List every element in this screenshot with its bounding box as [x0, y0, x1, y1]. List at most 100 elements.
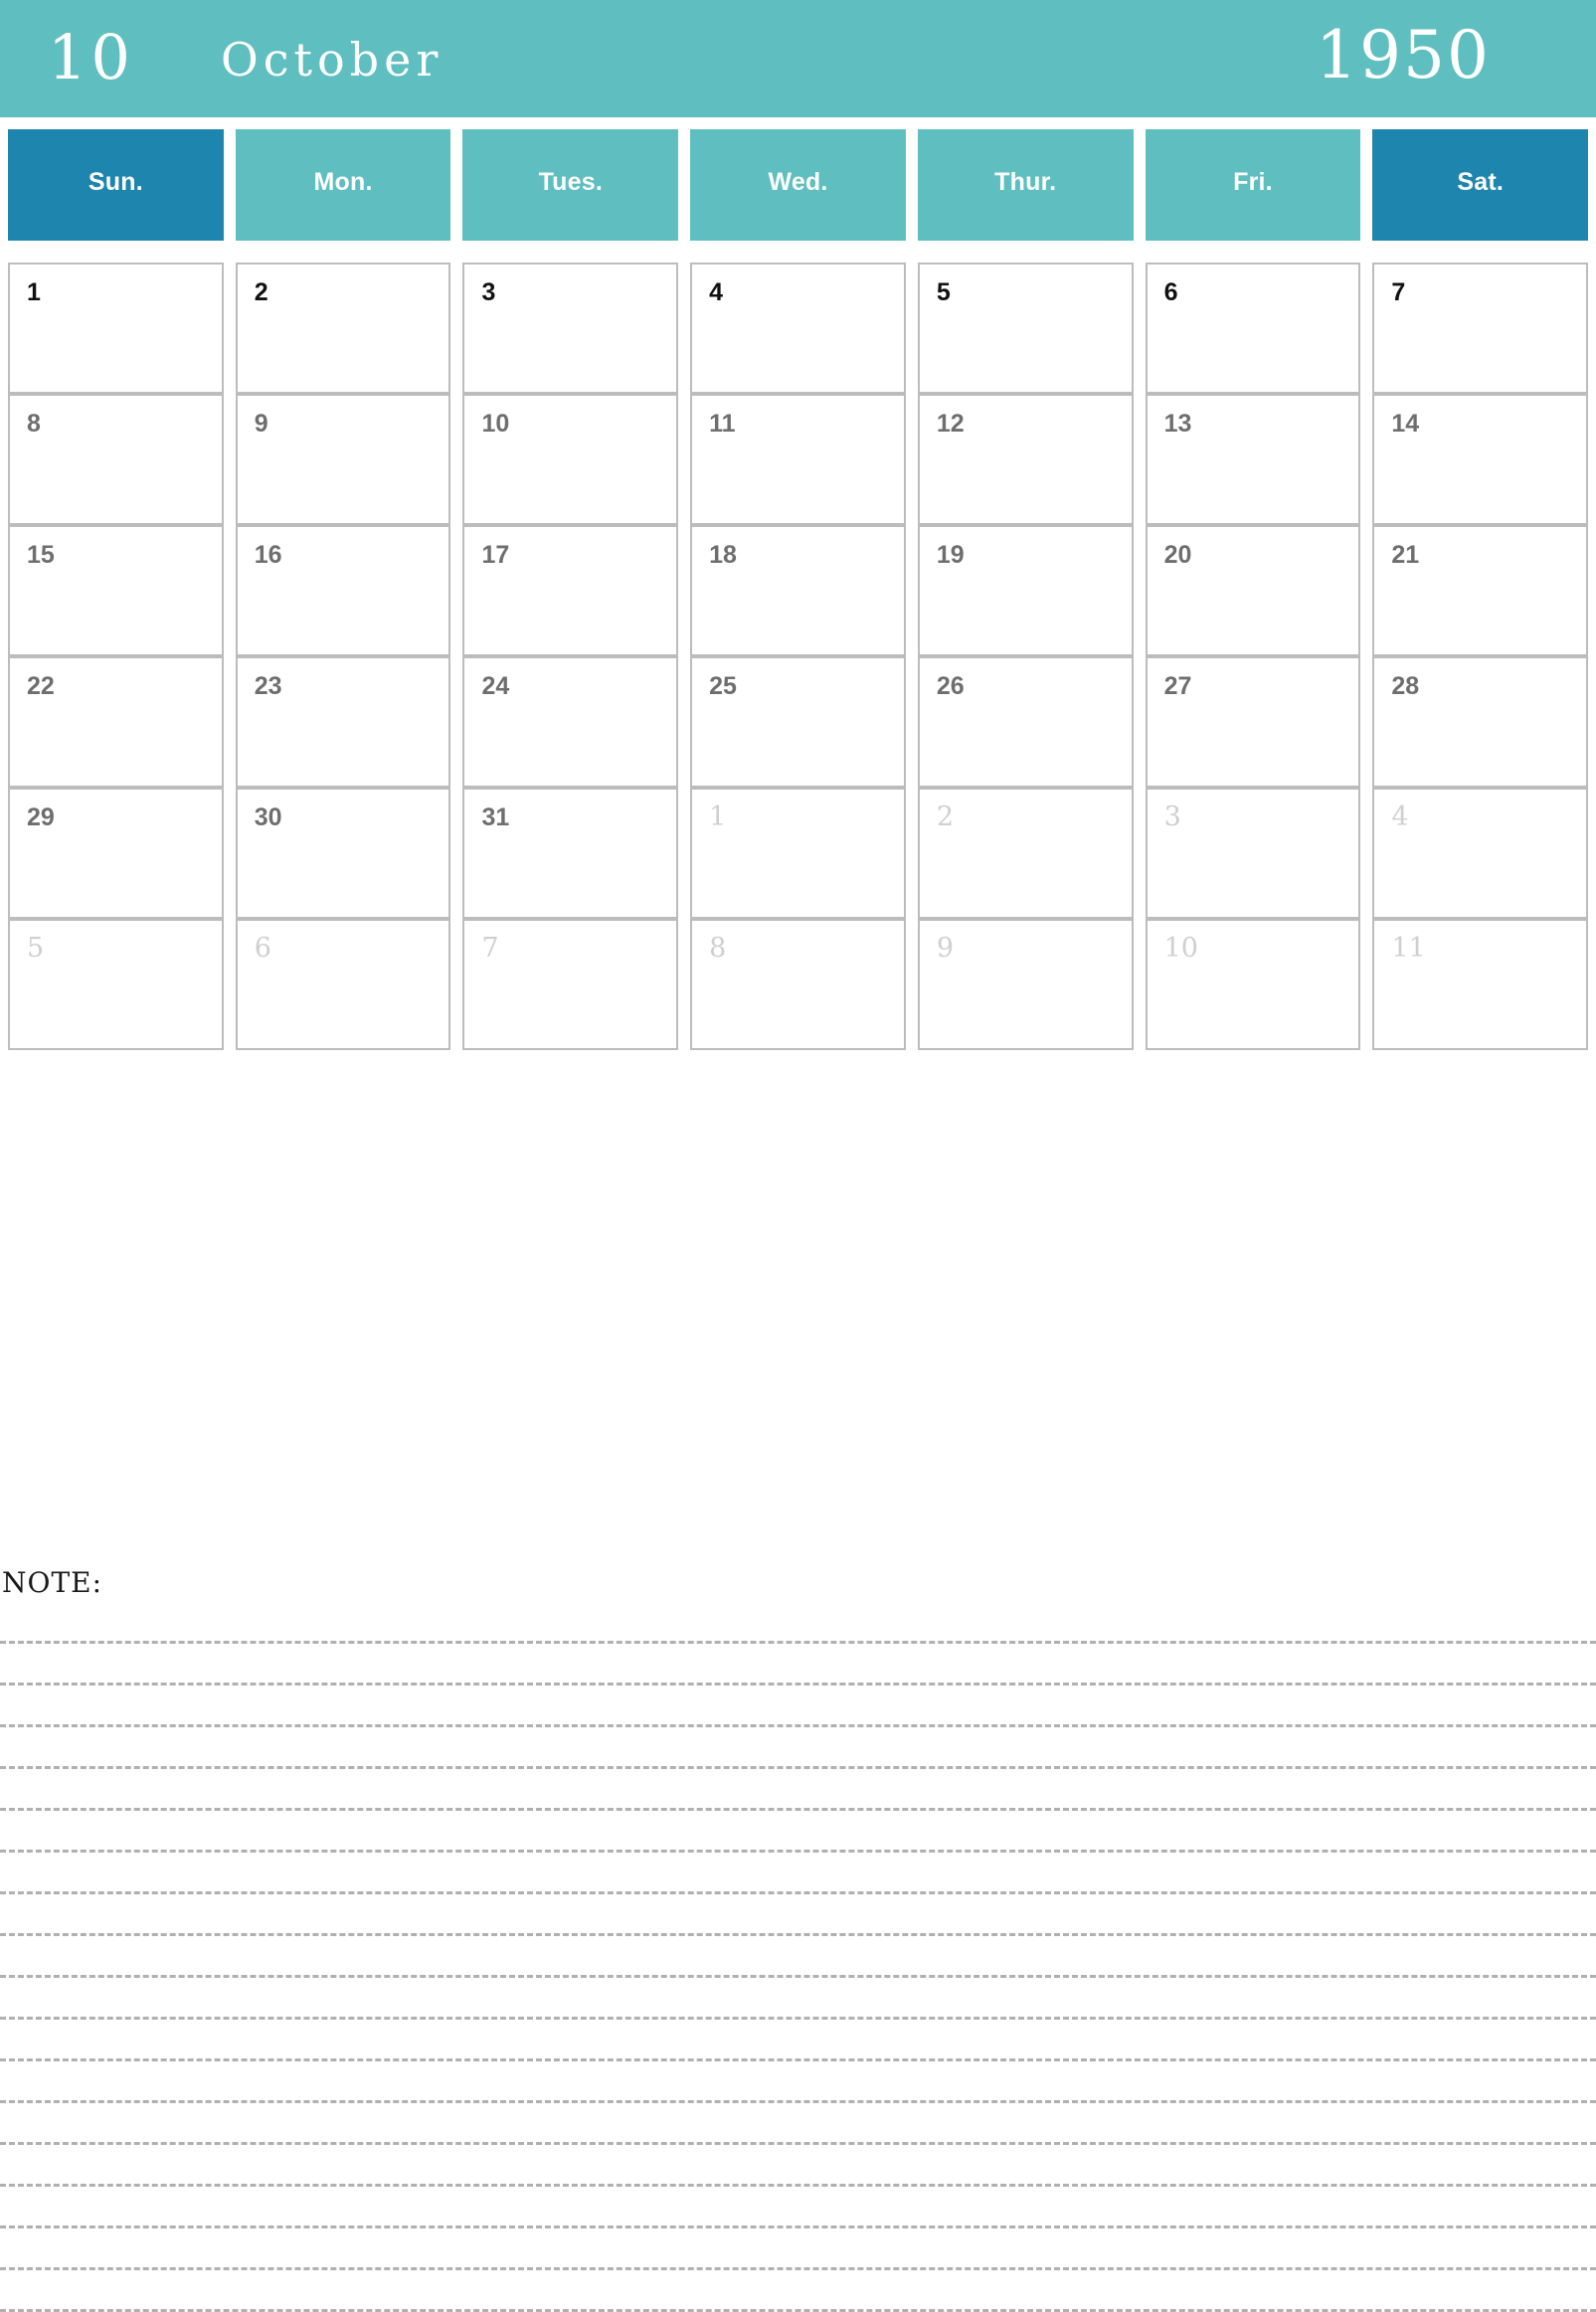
- date-cell[interactable]: 4: [1372, 788, 1589, 919]
- date-cell[interactable]: 24: [462, 656, 679, 788]
- date-cell[interactable]: 17: [462, 525, 679, 656]
- date-week-row: 22 23 24 25 26 27 28: [2, 656, 1594, 788]
- date-cell[interactable]: 20: [1145, 525, 1361, 656]
- note-line[interactable]: [0, 1602, 1596, 1644]
- date-number: 2: [936, 801, 955, 832]
- note-line[interactable]: [0, 2145, 1596, 2187]
- date-cell[interactable]: 23: [235, 656, 451, 788]
- date-cell[interactable]: 13: [1145, 394, 1361, 525]
- date-cell[interactable]: 25: [690, 656, 906, 788]
- date-cell[interactable]: 6: [1145, 263, 1361, 394]
- date-cell[interactable]: 29: [8, 788, 224, 919]
- note-line[interactable]: [0, 2228, 1596, 2270]
- date-cell[interactable]: 7: [462, 919, 679, 1050]
- date-number: 24: [481, 672, 510, 700]
- date-cell[interactable]: 5: [917, 263, 1134, 394]
- note-line[interactable]: [0, 1936, 1596, 1978]
- note-line[interactable]: [0, 2187, 1596, 2228]
- note-line[interactable]: [0, 1811, 1596, 1853]
- date-cell[interactable]: 21: [1372, 525, 1589, 656]
- date-cell[interactable]: 16: [235, 525, 451, 656]
- date-number: 27: [1163, 672, 1192, 700]
- date-cell[interactable]: 4: [690, 263, 906, 394]
- note-lines[interactable]: [0, 1602, 1596, 2312]
- date-cell[interactable]: 31: [462, 788, 679, 919]
- weekday-header-tues: Tues.: [462, 129, 679, 241]
- date-number: 3: [481, 278, 496, 306]
- date-number: 29: [27, 803, 55, 831]
- date-number: 31: [481, 803, 510, 831]
- weekday-header-fri: Fri.: [1145, 129, 1361, 241]
- date-cell[interactable]: 9: [235, 394, 451, 525]
- date-cell[interactable]: 2: [917, 788, 1134, 919]
- weekday-label: Sun.: [88, 167, 143, 196]
- date-cell[interactable]: 19: [917, 525, 1134, 656]
- date-cell[interactable]: 10: [1145, 919, 1361, 1050]
- date-number: 17: [481, 541, 510, 569]
- weekday-header-thur: Thur.: [917, 129, 1134, 241]
- date-number: 8: [709, 933, 727, 964]
- date-number: 12: [936, 410, 965, 438]
- date-cell[interactable]: 11: [1372, 919, 1589, 1050]
- note-line[interactable]: [0, 1894, 1596, 1936]
- date-cell[interactable]: 28: [1372, 656, 1589, 788]
- date-number: 10: [1163, 933, 1198, 964]
- date-cell[interactable]: 12: [917, 394, 1134, 525]
- note-line[interactable]: [0, 2061, 1596, 2103]
- date-cell[interactable]: 1: [8, 263, 224, 394]
- note-line[interactable]: [0, 2270, 1596, 2312]
- date-cell[interactable]: 14: [1372, 394, 1589, 525]
- date-cell[interactable]: 18: [690, 525, 906, 656]
- note-line[interactable]: [0, 1644, 1596, 1686]
- date-number: 23: [254, 672, 282, 700]
- note-line[interactable]: [0, 2020, 1596, 2061]
- note-line[interactable]: [0, 1686, 1596, 1727]
- date-cell[interactable]: 3: [462, 263, 679, 394]
- date-cell[interactable]: 22: [8, 656, 224, 788]
- note-section: NOTE:: [0, 1566, 1596, 2312]
- date-number: 9: [936, 933, 955, 964]
- weekday-header-mon: Mon.: [235, 129, 451, 241]
- date-week-row: 29 30 31 1 2 3 4: [2, 788, 1594, 919]
- date-number: 5: [936, 278, 951, 306]
- date-cell[interactable]: 30: [235, 788, 451, 919]
- date-cell[interactable]: 6: [235, 919, 451, 1050]
- date-number: 6: [1163, 278, 1178, 306]
- weekday-header-wed: Wed.: [690, 129, 906, 241]
- date-number: 11: [709, 410, 736, 438]
- date-number: 20: [1163, 541, 1192, 569]
- header-month-number: 10: [48, 21, 134, 93]
- date-number: 8: [27, 410, 41, 438]
- date-cell[interactable]: 15: [8, 525, 224, 656]
- note-line[interactable]: [0, 1978, 1596, 2020]
- weekday-label: Fri.: [1233, 167, 1273, 196]
- date-cell[interactable]: 3: [1145, 788, 1361, 919]
- date-number: 7: [1391, 278, 1406, 306]
- note-line[interactable]: [0, 2103, 1596, 2145]
- date-cell[interactable]: 10: [462, 394, 679, 525]
- weekday-label: Sat.: [1457, 167, 1504, 196]
- date-cell[interactable]: 2: [235, 263, 451, 394]
- date-number: 1: [709, 801, 727, 832]
- date-cell[interactable]: 8: [8, 394, 224, 525]
- date-cell[interactable]: 27: [1145, 656, 1361, 788]
- date-cell[interactable]: 11: [690, 394, 906, 525]
- date-number: 10: [481, 410, 510, 438]
- calendar-header: 10 October 1950: [0, 0, 1596, 117]
- date-week-row: 1 2 3 4 5 6 7: [2, 263, 1594, 394]
- date-number: 2: [254, 278, 268, 306]
- date-cell[interactable]: 7: [1372, 263, 1589, 394]
- date-number: 6: [254, 933, 271, 964]
- note-line[interactable]: [0, 1853, 1596, 1894]
- date-number: 14: [1391, 410, 1420, 438]
- note-line[interactable]: [0, 1727, 1596, 1769]
- date-week-row: 5 6 7 8 9 10 11: [2, 919, 1594, 1050]
- dates-grid: 1 2 3 4 5 6 7 8 9 10 11 12 13 14 15 16 17 18 19 20 21 22 23 24 2…: [0, 263, 1596, 1050]
- date-cell[interactable]: 1: [690, 788, 906, 919]
- date-cell[interactable]: 5: [8, 919, 224, 1050]
- date-cell[interactable]: 26: [917, 656, 1134, 788]
- date-cell[interactable]: 9: [917, 919, 1134, 1050]
- date-number: 4: [709, 278, 724, 306]
- date-cell[interactable]: 8: [690, 919, 906, 1050]
- note-line[interactable]: [0, 1769, 1596, 1811]
